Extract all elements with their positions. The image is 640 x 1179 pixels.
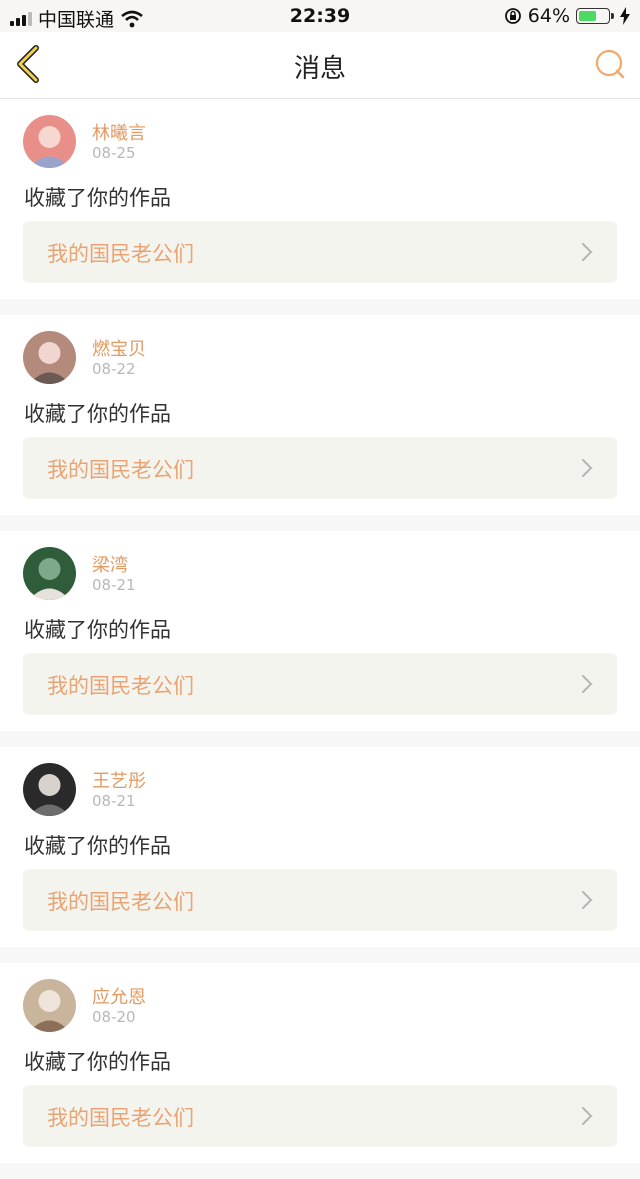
work-link[interactable]: 我的国民老公们	[23, 221, 617, 283]
work-link[interactable]: 我的国民老公们	[23, 869, 617, 931]
message-card: 梁湾 08-21 收藏了你的作品我的国民老公们	[0, 531, 640, 731]
avatar[interactable]	[23, 547, 76, 600]
work-title: 我的国民老公们	[47, 458, 194, 482]
user-name[interactable]: 王艺彤	[92, 767, 146, 793]
message-text: 收藏了你的作品	[24, 1050, 171, 1074]
avatar[interactable]	[23, 763, 76, 816]
page-title: 消息	[293, 54, 346, 84]
chevron-right-icon	[582, 243, 593, 261]
message-card: 燃宝贝 08-22 收藏了你的作品我的国民老公们	[0, 315, 640, 515]
message-text: 收藏了你的作品	[24, 186, 171, 210]
message-card: 应允恩 08-20 收藏了你的作品我的国民老公们	[0, 963, 640, 1163]
avatar[interactable]	[23, 115, 76, 168]
user-name[interactable]: 燃宝贝	[92, 335, 146, 361]
work-link[interactable]: 我的国民老公们	[23, 653, 617, 715]
message-card: 王艺彤 08-21 收藏了你的作品我的国民老公们	[0, 747, 640, 947]
rotation-lock-icon	[504, 8, 521, 24]
message-text: 收藏了你的作品	[24, 402, 171, 426]
message-date: 08-21	[92, 792, 136, 810]
avatar[interactable]	[23, 331, 76, 384]
status-right: 64%	[504, 5, 630, 27]
message-date: 08-21	[92, 576, 136, 594]
search-icon[interactable]	[594, 48, 626, 80]
user-name[interactable]: 应允恩	[92, 983, 146, 1009]
message-list: 林曦言 08-25 收藏了你的作品 我的国民老公们 燃宝贝 08-22 收藏了你的作品 我的国…	[0, 99, 640, 1179]
chevron-right-icon	[582, 459, 593, 477]
message-text: 收藏了你的作品	[24, 618, 171, 642]
work-link[interactable]: 我的国民老公们	[23, 437, 617, 499]
avatar[interactable]	[23, 979, 76, 1032]
nav-bar: 消息	[0, 32, 640, 99]
message-date: 08-25	[92, 144, 136, 162]
message-date: 08-20	[92, 1008, 136, 1026]
charging-icon	[620, 7, 630, 25]
status-bar: 中国联通 22:39 64%	[0, 0, 640, 32]
chevron-right-icon	[582, 1107, 593, 1125]
battery-icon	[576, 8, 614, 24]
work-title: 我的国民老公们	[47, 674, 194, 698]
work-title: 我的国民老公们	[47, 242, 194, 266]
message-text: 收藏了你的作品	[24, 834, 171, 858]
user-name[interactable]: 林曦言	[92, 119, 146, 145]
work-title: 我的国民老公们	[47, 890, 194, 914]
chevron-right-icon	[582, 675, 593, 693]
battery-level	[579, 11, 597, 21]
message-date: 08-22	[92, 360, 136, 378]
message-card: 林曦言 08-25 收藏了你的作品我的国民老公们	[0, 99, 640, 299]
work-title: 我的国民老公们	[47, 1106, 194, 1130]
battery-percent: 64%	[527, 5, 570, 27]
user-name[interactable]: 梁湾	[92, 551, 128, 577]
chevron-right-icon	[582, 891, 593, 909]
